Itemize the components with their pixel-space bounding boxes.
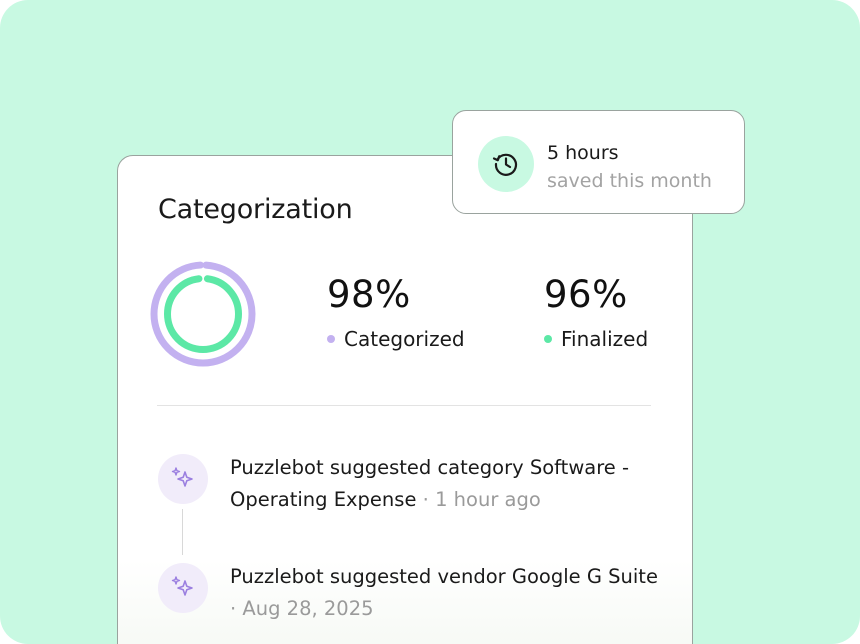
time-saved-value: 5 hours <box>547 142 619 164</box>
finalized-ring <box>164 275 242 353</box>
categorization-card: Categorization 98% Categorized 96% Final… <box>117 155 693 644</box>
activity-time: Aug 28, 2025 <box>242 597 374 620</box>
time-saved-caption: saved this month <box>547 170 712 192</box>
progress-donut <box>150 261 256 367</box>
card-title: Categorization <box>158 194 353 225</box>
stat-label: Categorized <box>344 327 465 351</box>
history-icon <box>478 136 534 192</box>
divider <box>157 405 651 406</box>
stat-finalized: 96% Finalized <box>544 276 648 351</box>
stat-value: 96% <box>544 273 628 316</box>
sparkles-icon <box>158 563 208 613</box>
stat-label: Finalized <box>561 327 649 351</box>
timeline-connector <box>182 509 183 555</box>
activity-time: 1 hour ago <box>435 488 541 511</box>
stat-categorized: 98% Categorized <box>327 276 465 351</box>
legend-dot <box>544 335 552 343</box>
stat-value: 98% <box>327 273 411 316</box>
time-saved-tooltip: 5 hours saved this month <box>452 110 745 214</box>
activity-text: Puzzlebot suggested vendor Google G Suit… <box>230 565 658 588</box>
background-frame: Categorization 98% Categorized 96% Final… <box>0 0 860 644</box>
sparkles-icon <box>158 454 208 504</box>
legend-dot <box>327 335 335 343</box>
